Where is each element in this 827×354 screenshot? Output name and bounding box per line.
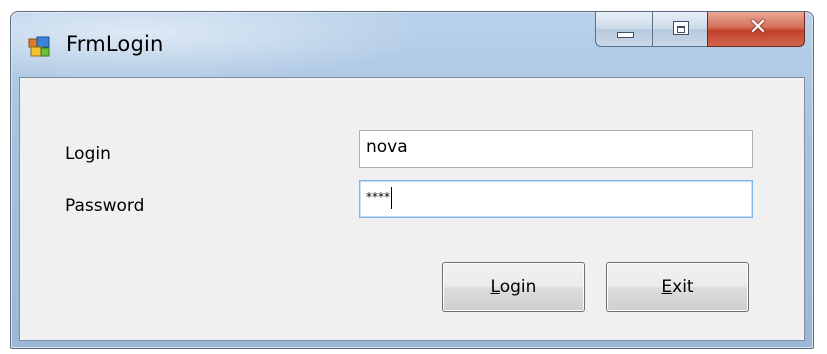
password-input-value: ****: [366, 190, 390, 204]
login-button-label: Login: [490, 277, 537, 297]
close-icon: ✕: [748, 15, 768, 40]
title-bar[interactable]: FrmLogin ✕: [11, 12, 813, 76]
exit-button-label: Exit: [661, 277, 694, 297]
form-client-area: Login nova Password **** Login Exit: [19, 77, 805, 341]
minimize-icon: [617, 32, 634, 38]
app-icon[interactable]: [28, 36, 50, 58]
login-window: FrmLogin ✕ Login nova Password **** Logi…: [10, 11, 814, 349]
exit-button[interactable]: Exit: [606, 262, 749, 312]
minimize-button[interactable]: [595, 12, 653, 47]
maximize-button[interactable]: [652, 12, 708, 47]
maximize-icon: [673, 21, 689, 35]
password-label: Password: [65, 196, 145, 216]
login-label: Login: [65, 144, 111, 164]
close-button[interactable]: ✕: [707, 12, 805, 47]
text-caret: [391, 187, 392, 209]
login-input-value: nova: [366, 137, 408, 157]
login-button[interactable]: Login: [442, 262, 585, 312]
password-input[interactable]: ****: [359, 180, 753, 218]
caption-buttons: ✕: [595, 12, 807, 48]
window-title: FrmLogin: [66, 32, 164, 56]
login-input[interactable]: nova: [359, 130, 753, 168]
